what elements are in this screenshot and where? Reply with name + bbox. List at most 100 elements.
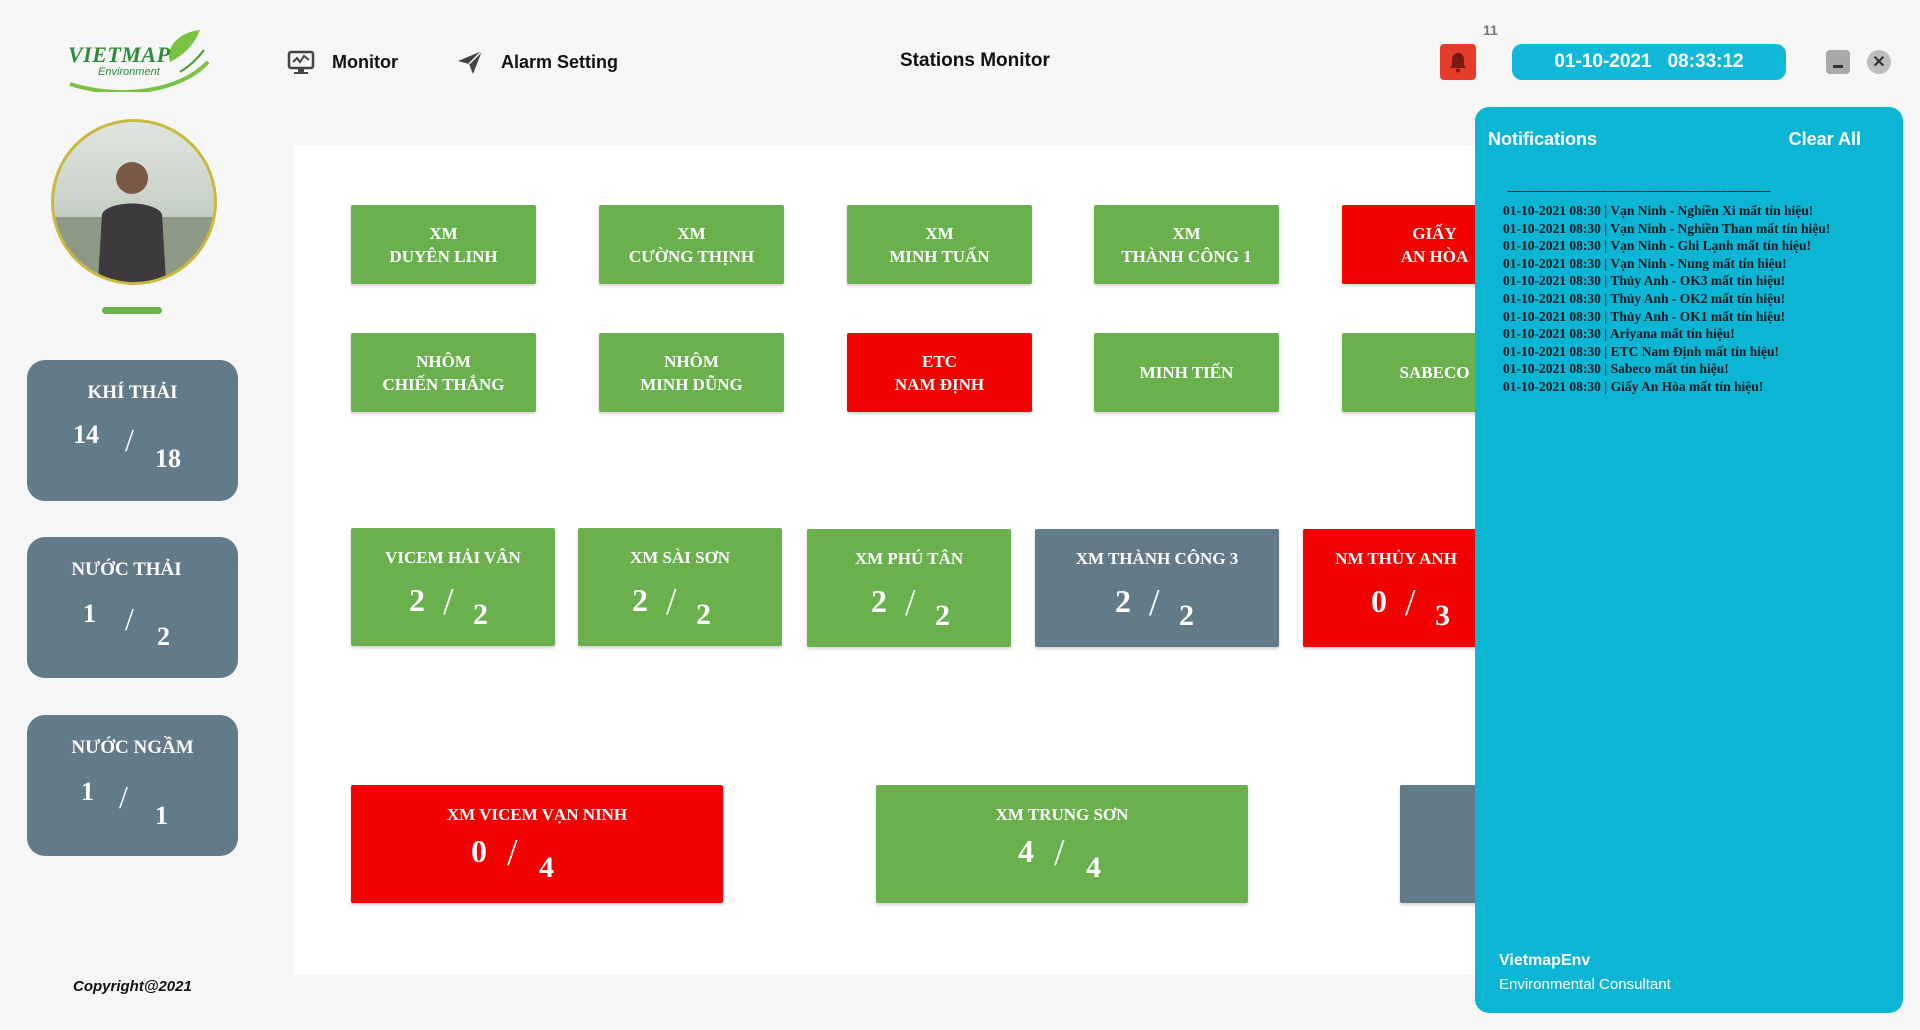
group-total-count: 2: [696, 598, 711, 631]
tiny-mark: 11: [1483, 22, 1498, 38]
user-avatar[interactable]: [51, 119, 217, 285]
group-tile-xm-sai-son[interactable]: XM SÀI SƠN 2 / 2: [578, 528, 782, 646]
count-separator: /: [119, 779, 128, 815]
group-online-count: 2: [871, 583, 887, 619]
group-online-count: 0: [471, 833, 487, 869]
category-online-count: 1: [83, 599, 96, 628]
notification-item: 01-10-2021 08:30 | Sabeco mất tín hiệu!: [1503, 361, 1729, 377]
station-tile-xm-thanh-cong-1[interactable]: XM THÀNH CÔNG 1: [1094, 205, 1279, 284]
category-card-nuoc-thai[interactable]: NƯỚC THẢI 1 / 2: [27, 537, 238, 678]
footer-tagline: Environmental Consultant: [1499, 976, 1671, 993]
nav-monitor[interactable]: Monitor: [286, 44, 398, 80]
close-button[interactable]: ✕: [1867, 50, 1891, 74]
group-online-count: 2: [409, 582, 425, 618]
group-total-count: 3: [1435, 599, 1450, 632]
group-name: XM VICEM VẠN NINH: [446, 805, 628, 824]
station-tile-sabeco[interactable]: SABECO: [1342, 333, 1476, 412]
station-tile-xm-minh-tuan[interactable]: XM MINH TUẤN: [847, 205, 1032, 284]
station-line1: XM: [1172, 223, 1201, 243]
group-name: NM THỦY ANH: [1335, 549, 1457, 568]
count-separator: /: [1405, 582, 1416, 624]
count-separator: /: [666, 581, 677, 623]
avatar-underline: [102, 307, 162, 314]
category-card-nuoc-ngam[interactable]: NƯỚC NGẦM 1 / 1: [27, 715, 238, 856]
notification-item: 01-10-2021 08:30 | Thủy Anh - OK3 mất tí…: [1503, 273, 1786, 289]
notification-item: 01-10-2021 08:30 | Thủy Anh - OK2 mất tí…: [1503, 290, 1786, 306]
group-online-count: 2: [632, 582, 648, 618]
close-icon: ✕: [1872, 54, 1886, 71]
notifications-list: 01-10-2021 08:30 | Vạn Ninh - Nghiền Xi …: [1503, 202, 1830, 396]
time-text: 08:33:12: [1667, 51, 1744, 72]
notification-item: 01-10-2021 08:30 | Giấy An Hòa mất tín h…: [1503, 378, 1764, 394]
station-tile-xm-cuong-thinh[interactable]: XM CƯỜNG THỊNH: [599, 205, 784, 284]
station-tile-etc-nam-dinh[interactable]: ETC NAM ĐỊNH: [847, 333, 1032, 412]
group-online-count: 0: [1371, 583, 1387, 619]
station-tile-nhom-chien-thang[interactable]: NHÔM CHIẾN THẮNG: [351, 333, 536, 412]
notification-item: 01-10-2021 08:30 | ETC Nam Định mất tín …: [1503, 343, 1779, 359]
group-tile-partial[interactable]: [1400, 785, 1476, 903]
category-title: NƯỚC NGẦM: [71, 737, 194, 758]
station-line1: XM: [677, 223, 706, 243]
category-online-count: 1: [81, 777, 94, 806]
notification-item: 01-10-2021 08:30 | Ariyana mất tín hiệu!: [1503, 326, 1735, 342]
station-tile-xm-duyen-linh[interactable]: XM DUYÊN LINH: [351, 205, 536, 284]
group-name: XM PHÚ TÂN: [854, 549, 964, 568]
count-separator: /: [125, 601, 134, 637]
group-total-count: 4: [1086, 851, 1101, 884]
group-name: VICEM HẢI VÂN: [385, 548, 521, 567]
category-total-count: 2: [157, 622, 170, 651]
station-line1: ETC: [922, 351, 957, 371]
count-separator: /: [125, 422, 134, 458]
station-line2: DUYÊN LINH: [389, 246, 498, 266]
station-tile-giay-an-hoa[interactable]: GIẤY AN HÒA: [1342, 205, 1476, 284]
category-total-count: 1: [155, 801, 168, 830]
nav-alarm-setting-label: Alarm Setting: [501, 51, 619, 72]
station-line1: NHÔM: [664, 351, 719, 371]
notifications-title: Notifications: [1488, 129, 1598, 149]
group-name: XM TRUNG SƠN: [995, 805, 1129, 824]
group-total-count: 4: [539, 851, 554, 884]
station-line1: GIẤY: [1412, 223, 1457, 243]
notification-item: 01-10-2021 08:30 | Vạn Ninh - Nung mất t…: [1503, 255, 1787, 271]
paper-plane-icon: [455, 47, 485, 77]
station-line1: XM: [429, 223, 458, 243]
station-line2: AN HÒA: [1400, 246, 1469, 266]
station-tile-nhom-minh-dung[interactable]: NHÔM MINH DŨNG: [599, 333, 784, 412]
notification-item: 01-10-2021 08:30 | Vạn Ninh - Nghiền Xi …: [1503, 203, 1814, 218]
notification-item: 01-10-2021 08:30 | Vạn Ninh - Nghiền Tha…: [1503, 220, 1831, 236]
station-line1: NHÔM: [416, 351, 471, 371]
station-line2: THÀNH CÔNG 1: [1121, 246, 1252, 266]
station-line1: MINH TIẾN: [1139, 363, 1234, 382]
station-tile-minh-tien[interactable]: MINH TIẾN: [1094, 333, 1279, 412]
clear-all-button[interactable]: Clear All: [1789, 129, 1861, 150]
group-online-count: 4: [1018, 833, 1034, 869]
minimize-button[interactable]: [1826, 50, 1850, 74]
station-line2: NAM ĐỊNH: [894, 374, 985, 394]
group-tile-xm-vicem-van-ninh[interactable]: XM VICEM VẠN NINH 0 / 4: [351, 785, 723, 903]
notification-item: 01-10-2021 08:30 | Vạn Ninh - Ghi Lạnh m…: [1503, 238, 1812, 254]
group-name: XM THÀNH CÔNG 3: [1075, 549, 1239, 568]
group-tile-xm-phu-tan[interactable]: XM PHÚ TÂN 2 / 2: [807, 529, 1011, 647]
monitor-icon: [286, 47, 316, 77]
notification-item: 01-10-2021 08:30 | Thủy Anh - OK1 mất tí…: [1503, 308, 1786, 324]
group-total-count: 2: [1179, 599, 1194, 632]
station-line2: MINH DŨNG: [640, 374, 743, 394]
station-line2: MINH TUẤN: [889, 246, 990, 266]
logo-text: VIETMAP: [68, 42, 171, 67]
group-tile-vicem-hai-van[interactable]: VICEM HẢI VÂN 2 / 2: [351, 528, 555, 646]
page-title: Stations Monitor: [900, 50, 1050, 71]
nav-alarm-setting[interactable]: Alarm Setting: [455, 44, 618, 80]
station-line1: XM: [925, 223, 954, 243]
count-separator: /: [1149, 582, 1160, 624]
group-tile-nm-thuy-anh[interactable]: NM THỦY ANH 0 / 3: [1303, 529, 1476, 647]
category-card-khi-thai[interactable]: KHÍ THẢI 14 / 18: [27, 360, 238, 501]
copyright-text: Copyright@2021: [73, 978, 192, 995]
category-title: KHÍ THẢI: [87, 382, 178, 403]
nav-monitor-label: Monitor: [332, 51, 398, 72]
group-tile-xm-trung-son[interactable]: XM TRUNG SƠN 4 / 4: [876, 785, 1248, 903]
station-line1: SABECO: [1399, 363, 1470, 382]
notification-bell-button[interactable]: [1440, 44, 1476, 80]
group-tile-xm-thanh-cong-3[interactable]: XM THÀNH CÔNG 3 2 / 2: [1035, 529, 1279, 647]
group-name: XM SÀI SƠN: [629, 548, 731, 567]
logo-subtitle: Environment: [98, 66, 160, 78]
